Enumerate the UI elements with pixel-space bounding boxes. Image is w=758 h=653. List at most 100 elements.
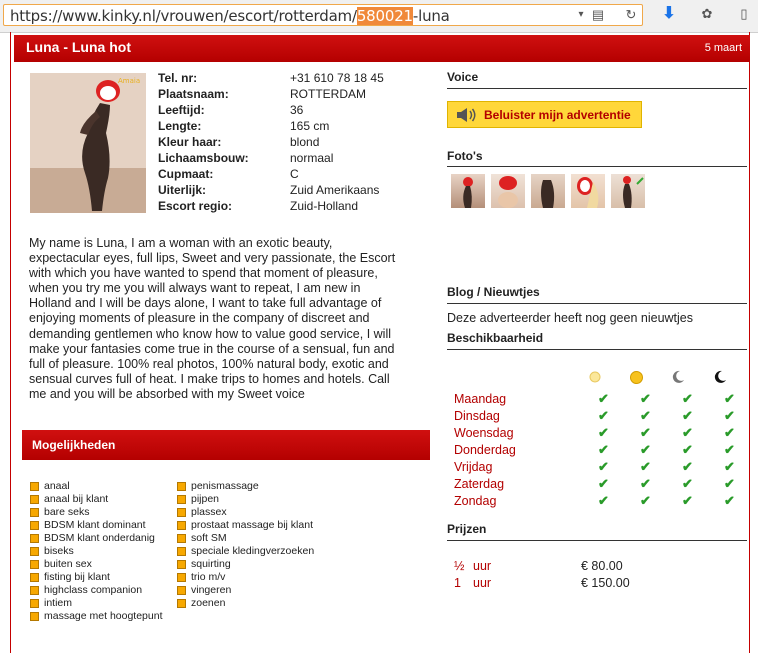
option-label: massage met hoogtepunt: [44, 610, 163, 622]
profile-label: Lengte:: [158, 119, 202, 133]
bullet-icon: [30, 598, 39, 608]
bullet-icon: [177, 533, 186, 543]
extension-icon[interactable]: ✿: [698, 5, 716, 23]
option-label: zoenen: [191, 597, 226, 609]
night-moon-icon: [714, 370, 726, 383]
day-label: Woensdag: [454, 426, 514, 440]
day-label: Zaterdag: [454, 477, 505, 491]
morning-sun-icon: [589, 371, 601, 383]
option-item: massage met hoogtepunt: [30, 610, 163, 622]
checkmark-icon: ✔: [640, 391, 651, 406]
price-amount: ½: [454, 559, 465, 573]
url-bar[interactable]: https://www.kinky.nl/vrouwen/escort/rott…: [3, 4, 643, 26]
profile-label: Uiterlijk:: [158, 183, 207, 197]
option-label: penismassage: [191, 480, 259, 492]
bullet-icon: [177, 494, 186, 504]
prices-title: Prijzen: [447, 522, 487, 536]
checkmark-icon: ✔: [682, 425, 693, 440]
option-label: trio m/v: [191, 571, 226, 583]
divider: [447, 88, 747, 89]
day-label: Zondag: [454, 494, 497, 508]
option-label: biseks: [44, 545, 74, 557]
ad-date: 5 maart: [704, 42, 742, 54]
profile-value: +31 610 78 18 45: [290, 71, 384, 85]
profile-value: normaal: [290, 151, 334, 165]
checkmark-icon: ✔: [682, 408, 693, 423]
photo-thumbnail[interactable]: [611, 174, 645, 208]
day-label: Dinsdag: [454, 409, 500, 423]
option-label: BDSM klant dominant: [44, 519, 146, 531]
afternoon-sun-icon: [630, 371, 643, 384]
ad-title-bar: Luna - Luna hot 5 maart: [14, 35, 750, 62]
bullet-icon: [177, 520, 186, 530]
option-label: anaal bij klant: [44, 493, 109, 505]
day-label: Vrijdag: [454, 460, 493, 474]
speaker-icon: [457, 108, 476, 122]
dropdown-arrow-icon[interactable]: ▾: [572, 6, 590, 24]
option-item: anaal bij klant: [30, 493, 108, 505]
bullet-icon: [177, 585, 186, 595]
download-icon[interactable]: ⬇: [660, 5, 678, 23]
profile-value: blond: [290, 135, 320, 149]
mogelijkheden-header: Mogelijkheden: [22, 430, 430, 460]
checkmark-icon: ✔: [598, 493, 609, 508]
divider: [447, 540, 747, 541]
profile-value: Zuid Amerikaans: [290, 183, 380, 197]
reload-icon[interactable]: ↻: [622, 6, 640, 24]
divider: [447, 166, 747, 167]
photo-thumbnail[interactable]: [571, 174, 605, 208]
browser-toolbar: https://www.kinky.nl/vrouwen/escort/rott…: [0, 0, 758, 33]
option-label: highclass companion: [44, 584, 143, 596]
availability-title: Beschikbaarheid: [447, 331, 544, 345]
price-value: € 80.00: [581, 559, 623, 573]
bullet-icon: [177, 546, 186, 556]
main-photo[interactable]: Amaia: [30, 73, 146, 213]
price-unit: uur: [473, 559, 492, 573]
price-value: € 150.00: [581, 576, 630, 590]
option-item: speciale kledingverzoeken: [177, 545, 314, 557]
checkmark-icon: ✔: [598, 459, 609, 474]
option-item: plassex: [177, 506, 227, 518]
bullet-icon: [30, 611, 39, 621]
bullet-icon: [30, 572, 39, 582]
profile-label: Lichaamsbouw:: [158, 151, 249, 165]
checkmark-icon: ✔: [682, 391, 693, 406]
option-label: squirting: [191, 558, 231, 570]
photo-thumbnail[interactable]: [451, 174, 485, 208]
option-item: BDSM klant dominant: [30, 519, 146, 531]
voice-title: Voice: [447, 70, 479, 84]
bullet-icon: [177, 572, 186, 582]
option-item: intiem: [30, 597, 72, 609]
option-label: prostaat massage bij klant: [191, 519, 313, 531]
checkmark-icon: ✔: [682, 459, 693, 474]
checkmark-icon: ✔: [640, 476, 651, 491]
option-label: vingeren: [191, 584, 232, 596]
option-label: buiten sex: [44, 558, 92, 570]
clipboard-icon[interactable]: ▯: [735, 5, 753, 23]
bullet-icon: [30, 520, 39, 530]
ad-description: My name is Luna, I am a woman with an ex…: [29, 236, 396, 401]
photo-thumbnail[interactable]: [531, 174, 565, 208]
option-item: zoenen: [177, 597, 225, 609]
photos-title: Foto's: [447, 149, 483, 163]
bullet-icon: [177, 559, 186, 569]
blog-title: Blog / Nieuwtjes: [447, 285, 540, 299]
option-label: soft SM: [191, 532, 227, 544]
bullet-icon: [177, 481, 186, 491]
url-text[interactable]: https://www.kinky.nl/vrouwen/escort/rott…: [10, 7, 450, 25]
checkmark-icon: ✔: [640, 425, 651, 440]
bullet-icon: [177, 598, 186, 608]
profile-label: Escort regio:: [158, 199, 233, 213]
reader-view-icon[interactable]: ▤: [589, 6, 607, 24]
checkmark-icon: ✔: [682, 442, 693, 457]
option-item: penismassage: [177, 480, 259, 492]
listen-ad-button[interactable]: Beluister mijn advertentie: [447, 101, 642, 128]
option-item: anaal: [30, 480, 70, 492]
photo-thumbnail[interactable]: [491, 174, 525, 208]
ad-title: Luna - Luna hot: [26, 39, 131, 55]
profile-label: Kleur haar:: [158, 135, 222, 149]
profile-value: Zuid-Holland: [290, 199, 359, 213]
option-item: highclass companion: [30, 584, 142, 596]
option-label: anaal: [44, 480, 70, 492]
divider: [447, 303, 747, 304]
